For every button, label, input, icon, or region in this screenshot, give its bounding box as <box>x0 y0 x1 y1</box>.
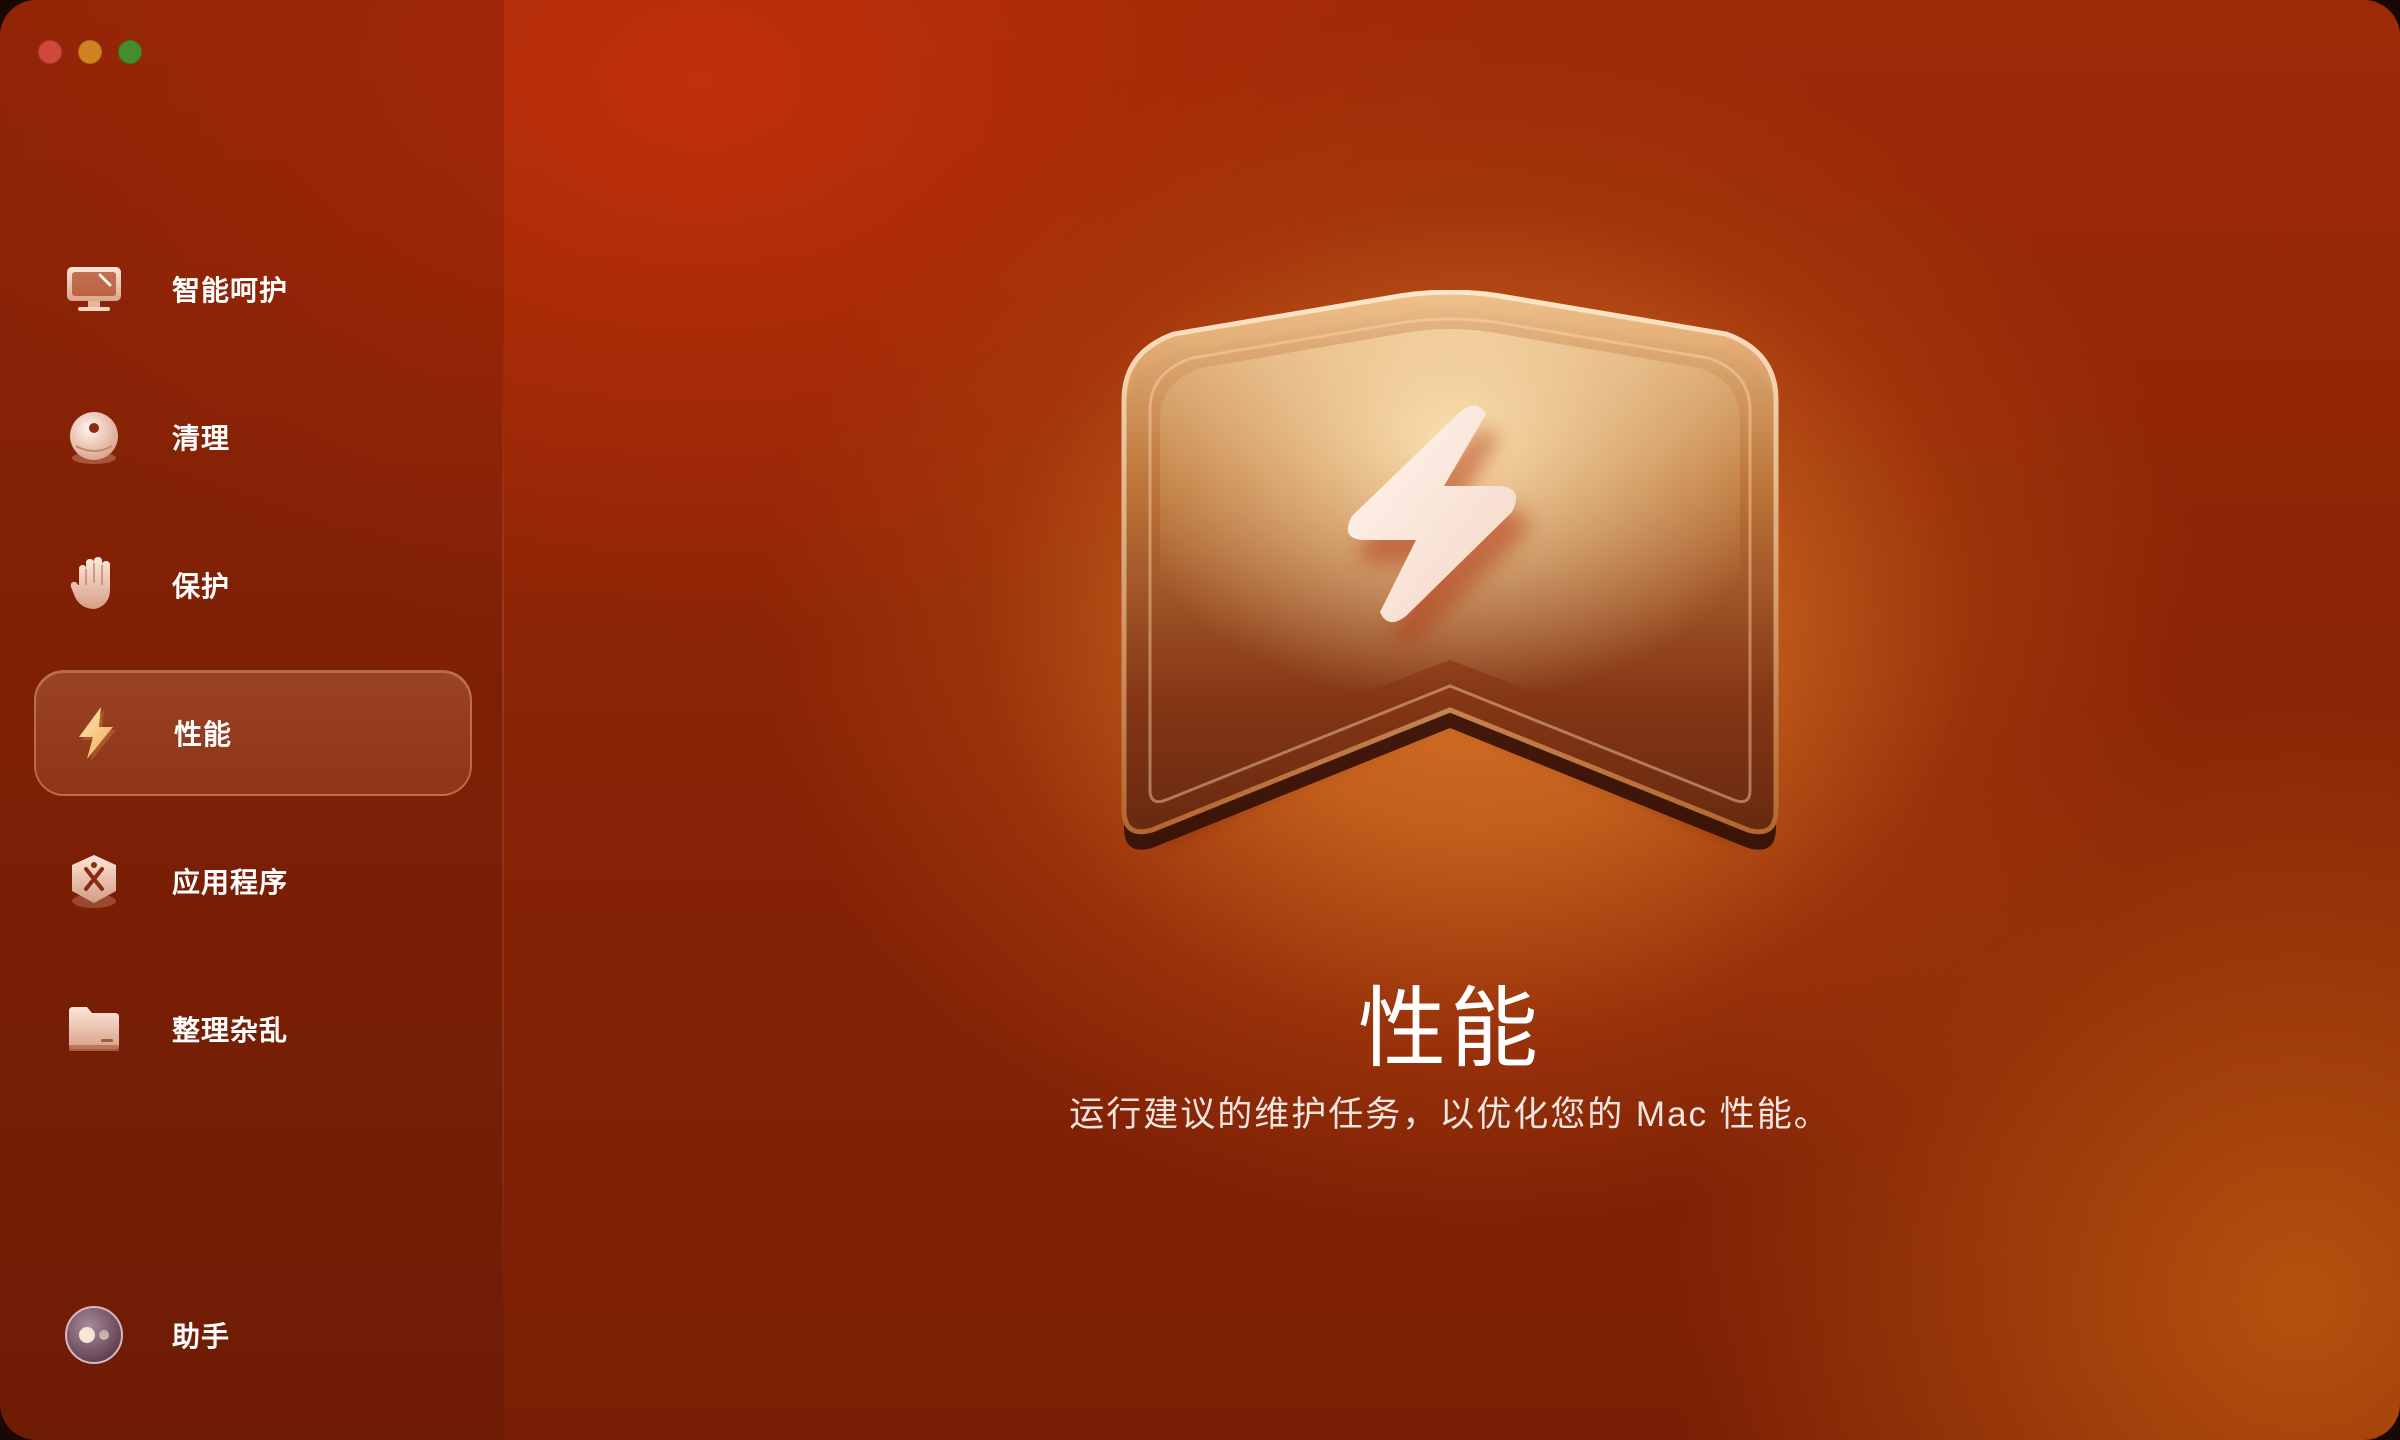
hand-icon <box>64 555 124 615</box>
sidebar-item-protection[interactable]: 保护 <box>34 522 472 648</box>
sidebar-item-applications[interactable]: 应用程序 <box>34 818 472 944</box>
monitor-icon <box>64 259 124 319</box>
sidebar-item-label: 应用程序 <box>172 867 289 898</box>
sidebar-item-label: 性能 <box>174 719 233 750</box>
app-window: 智能呵护 清理 保护 性能 应用程序 整理杂乱 助手 性能 运行建议的维护任务，… <box>0 0 2400 1440</box>
lightning-icon <box>66 703 126 763</box>
sidebar-divider <box>502 300 504 1340</box>
sidebar: 智能呵护 清理 保护 性能 应用程序 整理杂乱 助手 <box>0 0 504 1440</box>
sidebar-item-performance[interactable]: 性能 <box>34 670 472 796</box>
cleaner-icon <box>64 407 124 467</box>
sidebar-item-label: 智能呵护 <box>172 275 289 306</box>
sidebar-item-declutter[interactable]: 整理杂乱 <box>34 966 472 1092</box>
lightning-shield-icon <box>1100 289 1800 860</box>
assistant-icon <box>64 1305 124 1365</box>
page-title: 性能 <box>1357 979 1542 1078</box>
sidebar-item-label: 助手 <box>172 1321 231 1352</box>
page-subtitle: 运行建议的维护任务，以优化您的 Mac 性能。 <box>1069 1095 1831 1134</box>
folder-icon <box>64 999 124 1059</box>
sidebar-item-smart-care[interactable]: 智能呵护 <box>34 226 472 352</box>
sidebar-item-assistant[interactable]: 助手 <box>34 1272 472 1398</box>
sidebar-item-cleanup[interactable]: 清理 <box>34 374 472 500</box>
sidebar-item-label: 保护 <box>172 571 231 602</box>
sidebar-item-label: 清理 <box>172 423 231 454</box>
sidebar-item-label: 整理杂乱 <box>172 1015 289 1046</box>
apps-icon <box>64 851 124 911</box>
